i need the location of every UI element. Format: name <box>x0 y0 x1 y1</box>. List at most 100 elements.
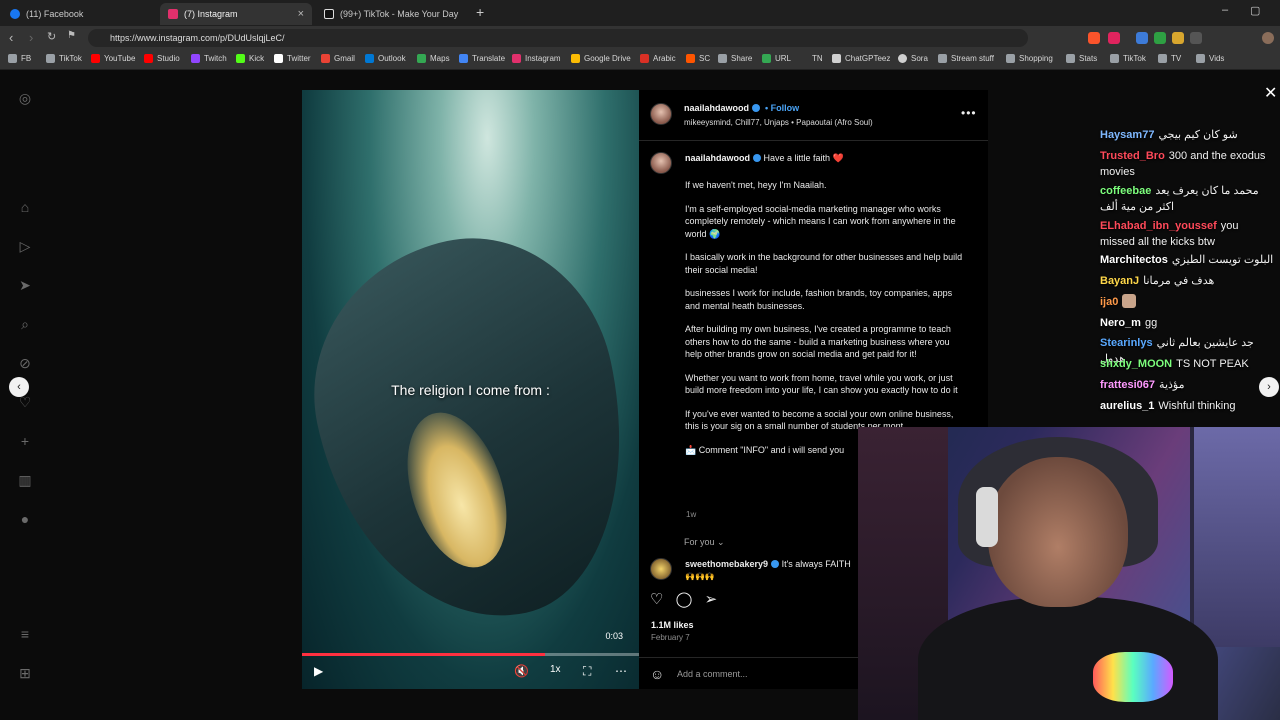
home-icon[interactable]: ⌂ <box>17 199 33 215</box>
forward-icon[interactable]: › <box>29 30 33 45</box>
bookmark-item[interactable]: Twitter <box>274 54 311 63</box>
profile-avatar[interactable] <box>1262 32 1274 44</box>
playback-speed-button[interactable]: 1x <box>550 664 561 675</box>
puzzle-icon[interactable] <box>1190 32 1202 44</box>
url-text[interactable]: https://www.instagram.com/p/DUdUslqjLeC/ <box>110 33 285 43</box>
rgb-microphone <box>1093 652 1173 702</box>
bookmark-item[interactable]: Arabic <box>640 54 676 63</box>
commenter-avatar[interactable] <box>650 558 672 580</box>
menu-icon[interactable]: ≡ <box>17 626 33 642</box>
extension-icon[interactable] <box>1136 32 1148 44</box>
extension-icon[interactable] <box>1108 32 1120 44</box>
bookmark-item[interactable]: Instagram <box>512 54 561 63</box>
bookmark-item[interactable]: Vids <box>1196 54 1224 63</box>
like-icon[interactable]: ♡ <box>650 591 663 608</box>
follow-button[interactable]: • Follow <box>765 103 799 113</box>
bookmark-icon[interactable]: ⚑ <box>67 30 76 41</box>
maximize-icon[interactable]: ▢ <box>1250 4 1260 17</box>
previous-post-arrow-icon[interactable]: ‹ <box>9 377 29 397</box>
caption-first-line: naailahdawood Have a little faith ❤️ <box>685 153 844 164</box>
bookmark-item[interactable]: Stats <box>1066 54 1097 63</box>
bookmark-item[interactable]: Gmail <box>321 54 355 63</box>
bookmark-item[interactable]: Sora <box>898 54 928 63</box>
instagram-logo-icon[interactable]: ◎ <box>17 90 33 106</box>
post-actions: ♡ ◯ ➢ <box>650 590 717 608</box>
fullscreen-icon[interactable]: ⛶ <box>583 664 591 679</box>
bookmark-item[interactable]: Translate <box>459 54 505 63</box>
bookmark-item[interactable]: FB <box>8 54 31 63</box>
verified-icon <box>753 154 762 162</box>
commenter-username[interactable]: sweethomebakery9 <box>685 559 768 569</box>
bookmark-item[interactable]: Kick <box>236 54 264 63</box>
extension-icon[interactable] <box>1172 32 1184 44</box>
chat-text: gg <box>1144 317 1158 329</box>
bookmark-item[interactable]: URL <box>762 54 791 63</box>
chat-username: Stearinlys <box>1100 337 1153 349</box>
verified-icon <box>771 560 780 568</box>
more-options-icon[interactable]: ••• <box>961 106 977 120</box>
bookmark-item[interactable]: Share <box>718 54 752 63</box>
chat-username: ELhabad_ibn_youssef <box>1100 220 1217 232</box>
apps-icon[interactable]: ⊞ <box>17 665 33 681</box>
bookmark-item[interactable]: TikTok <box>1110 54 1146 63</box>
create-icon[interactable]: + <box>17 433 33 449</box>
tiktok-icon <box>324 9 334 19</box>
comment-icon[interactable]: ◯ <box>676 591 693 608</box>
bookmark-item[interactable]: Maps <box>417 54 450 63</box>
brave-shield-icon[interactable] <box>1088 32 1100 44</box>
bookmark-item[interactable]: ChatGPTeez <box>832 54 890 63</box>
bookmark-item[interactable]: YouTube <box>91 54 135 63</box>
more-controls-icon[interactable]: ⋯ <box>615 664 627 678</box>
close-modal-icon[interactable]: ✕ <box>1264 83 1277 103</box>
bookmarks-bar: FB TikTok YouTube Studio Twitch Kick Twi… <box>0 50 1280 70</box>
share-icon[interactable]: ➢ <box>705 591 718 608</box>
bookmark-item[interactable]: Studio <box>144 54 180 63</box>
chat-message: Nero_m gg <box>1100 315 1276 331</box>
caption-author-avatar[interactable] <box>650 152 672 174</box>
chat-message: BayanJ هدف في مرمانا <box>1100 273 1276 289</box>
bookmark-item[interactable]: SC <box>686 54 710 63</box>
folder-icon <box>1196 54 1205 63</box>
new-tab-button[interactable]: + <box>476 4 484 20</box>
author-header[interactable]: naailahdawood <box>684 103 761 113</box>
like-count[interactable]: 1.1M likes <box>651 620 694 630</box>
for-you-dropdown[interactable]: For you ⌄ <box>684 537 725 548</box>
bookmark-item[interactable]: TikTok <box>46 54 82 63</box>
dashboard-icon[interactable]: ▥ <box>17 472 33 488</box>
profile-icon[interactable]: ● <box>17 511 33 527</box>
tab-facebook[interactable]: (11) Facebook <box>2 3 158 25</box>
explore-icon[interactable]: ⊘ <box>17 355 33 371</box>
emoji-icon[interactable]: ☺ <box>650 666 664 682</box>
mute-icon[interactable]: 🔇 <box>514 664 529 678</box>
back-icon[interactable]: ‹ <box>9 30 13 45</box>
share-icon <box>718 54 727 63</box>
reel-video[interactable]: The religion I come from : 0:03 ▶ 🔇 1x ⛶… <box>302 90 639 689</box>
tab-tiktok[interactable]: (99+) TikTok - Make Your Day <box>316 3 472 25</box>
reels-icon[interactable]: ▷ <box>17 238 33 254</box>
outlook-icon <box>365 54 374 63</box>
search-icon[interactable]: ⌕ <box>17 316 33 332</box>
messages-icon[interactable]: ➤ <box>17 277 33 293</box>
bookmark-item[interactable]: TV <box>1158 54 1181 63</box>
url-field[interactable]: https://www.instagram.com/p/DUdUslqjLeC/ <box>88 29 1028 47</box>
chat-message: ija0 <box>1100 294 1276 310</box>
video-progress-bar[interactable] <box>302 653 639 656</box>
play-icon[interactable]: ▶ <box>314 664 323 678</box>
folder-icon <box>1066 54 1075 63</box>
minimize-icon[interactable]: – <box>1222 4 1228 16</box>
bookmark-item[interactable]: TN <box>812 54 823 63</box>
caption-author[interactable]: naailahdawood <box>685 153 750 163</box>
bookmark-item[interactable]: Twitch <box>191 54 227 63</box>
close-tab-icon[interactable]: × <box>298 8 304 20</box>
reload-icon[interactable]: ↻ <box>47 30 56 43</box>
bookmark-item[interactable]: Google Drive <box>571 54 631 63</box>
comment-emoji: 🙌🙌🙌 <box>685 572 715 581</box>
author-username[interactable]: naailahdawood <box>684 103 749 113</box>
bookmark-item[interactable]: Stream stuff <box>938 54 994 63</box>
tab-instagram[interactable]: (7) Instagram × <box>160 3 312 25</box>
audio-attribution[interactable]: mikeeysmind, Chill77, Unjaps • Papaoutai… <box>684 118 873 127</box>
bookmark-item[interactable]: Shopping <box>1006 54 1053 63</box>
extension-icon[interactable] <box>1154 32 1166 44</box>
bookmark-item[interactable]: Outlook <box>365 54 406 63</box>
author-avatar[interactable] <box>650 103 672 125</box>
